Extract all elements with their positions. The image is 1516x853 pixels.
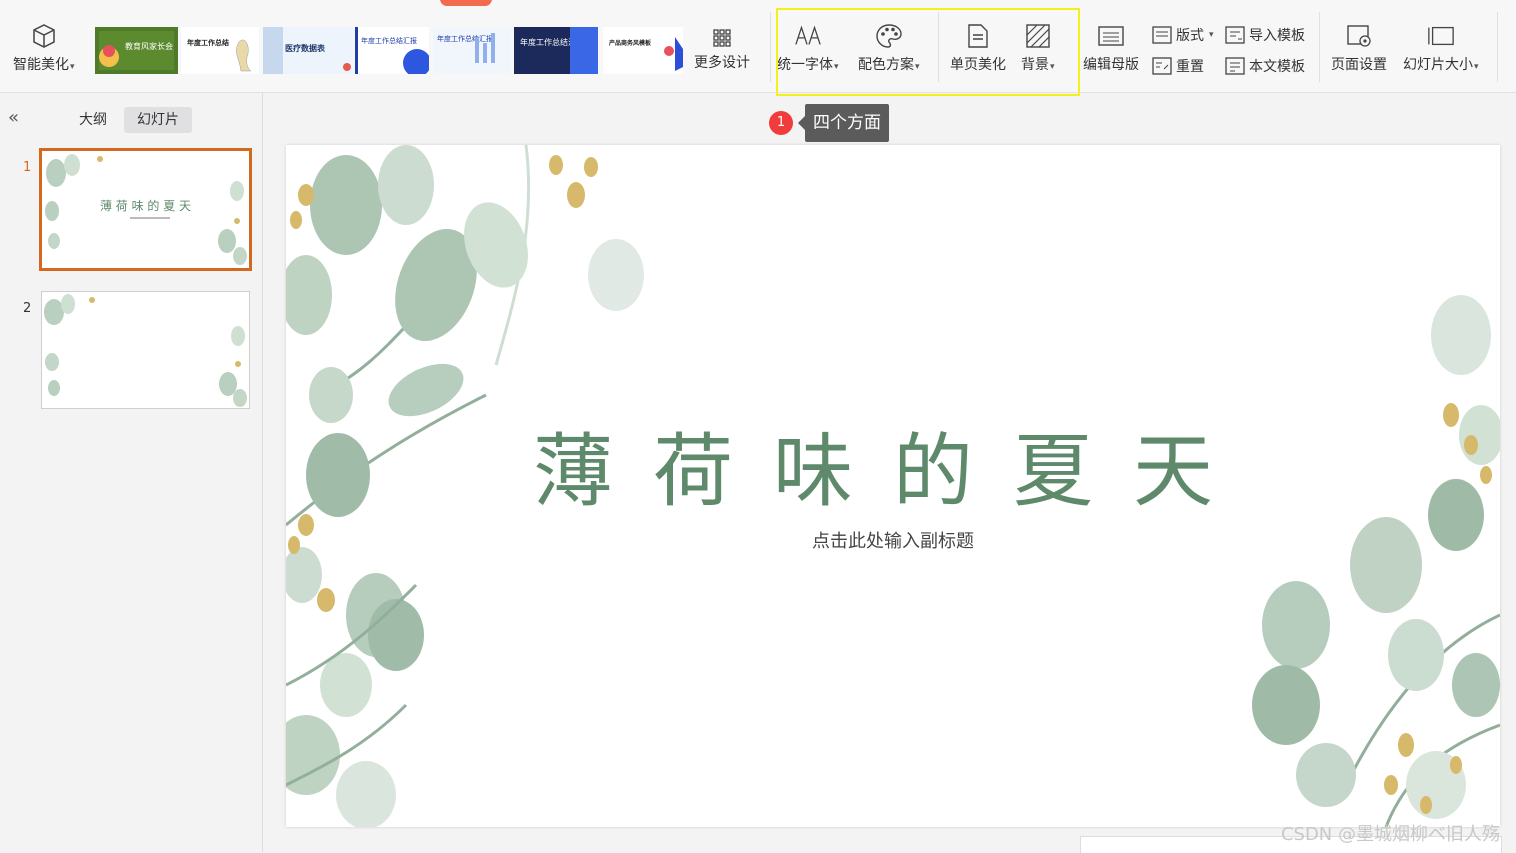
slide-size-button[interactable]: 幻灯片大小▾ xyxy=(1403,22,1479,74)
template-thumb-2[interactable]: 年度工作总结 xyxy=(181,27,259,74)
page-setup-button[interactable]: 页面设置 xyxy=(1331,22,1387,74)
slides-pane: « 大纲 幻灯片 1 薄 荷 味 的 夏 天 2 xyxy=(0,93,263,852)
template-thumb-4[interactable]: 年度工作总结汇报 xyxy=(355,27,429,74)
annotation-tooltip: 四个方面 xyxy=(798,104,889,142)
highlight-box xyxy=(776,8,1080,96)
layout-icon xyxy=(1152,25,1172,45)
step-badge: 1 xyxy=(769,111,793,135)
more-design-button[interactable]: 更多设计 xyxy=(694,28,750,72)
slide-number: 1 xyxy=(23,160,32,175)
template-thumb-6[interactable]: 年度工作总结汇报 xyxy=(514,27,598,74)
tab-slides[interactable]: 幻灯片 xyxy=(124,107,192,133)
reset-label: 重置 xyxy=(1176,59,1204,75)
slide-subtitle-placeholder[interactable]: 点击此处输入副标题 xyxy=(286,527,1500,553)
reset-button[interactable]: 重置 xyxy=(1152,56,1204,76)
slide-thumbnail-1[interactable]: 薄 荷 味 的 夏 天 xyxy=(39,148,252,271)
leaf-decoration xyxy=(44,294,247,407)
page-settings-icon xyxy=(1345,22,1373,50)
layout-button[interactable]: 版式 ▾ xyxy=(1152,25,1214,45)
import-template-button[interactable]: 导入模板 xyxy=(1225,25,1305,45)
master-slide-icon xyxy=(1097,22,1125,50)
menu-tabs xyxy=(0,0,1516,6)
slide-size-icon xyxy=(1427,22,1455,50)
slide-number: 2 xyxy=(23,301,32,316)
template-thumb-3-label: 医疗数据表 xyxy=(285,43,326,53)
import-template-label: 导入模板 xyxy=(1249,28,1305,44)
page-setup-label: 页面设置 xyxy=(1331,57,1387,73)
template-thumb-5[interactable]: 年度工作总结汇报 xyxy=(433,27,511,74)
slide-thumbnail-subtitle xyxy=(130,217,170,219)
template-thumb-7[interactable]: 产品商务风模板 xyxy=(603,27,683,74)
chevron-down-icon: ▾ xyxy=(1209,30,1214,40)
slide-thumbnail-2[interactable] xyxy=(41,291,250,409)
reset-icon xyxy=(1152,56,1172,76)
slide-size-label: 幻灯片大小 xyxy=(1403,57,1473,73)
collapse-pane-icon[interactable]: « xyxy=(8,107,19,128)
import-icon xyxy=(1225,25,1245,45)
slide-thumbnail-title: 薄 荷 味 的 夏 天 xyxy=(99,199,192,213)
layout-label: 版式 xyxy=(1176,28,1204,44)
grid-icon xyxy=(708,28,736,48)
template-thumb-1-label: 教育风家长会 xyxy=(125,41,173,51)
chevron-down-icon: ▾ xyxy=(70,62,75,72)
this-template-button[interactable]: 本文模板 xyxy=(1225,56,1305,76)
divider xyxy=(1319,12,1320,82)
divider xyxy=(770,12,771,82)
template-thumb-1[interactable]: 教育风家长会 xyxy=(95,27,178,74)
tab-design-active[interactable] xyxy=(440,0,492,6)
template-thumb-5-label: 年度工作总结汇报 xyxy=(437,34,493,43)
edit-master-label: 编辑母版 xyxy=(1083,57,1139,73)
more-design-label: 更多设计 xyxy=(694,55,750,71)
slide-canvas[interactable]: 薄荷味的夏天 点击此处输入副标题 xyxy=(286,145,1500,827)
slide-title[interactable]: 薄荷味的夏天 xyxy=(286,407,1500,523)
smart-beautify-label: 智能美化 xyxy=(13,57,69,73)
smart-beautify-button[interactable]: 智能美化▾ xyxy=(13,22,75,74)
this-template-label: 本文模板 xyxy=(1249,59,1305,75)
template-thumb-4-label: 年度工作总结汇报 xyxy=(361,36,417,45)
tab-outline[interactable]: 大纲 xyxy=(66,107,120,133)
template-thumb-3[interactable]: 医疗数据表 xyxy=(263,27,353,74)
template-thumb-2-label: 年度工作总结 xyxy=(187,38,229,47)
template-icon xyxy=(1225,56,1245,76)
divider xyxy=(1497,12,1498,82)
watermark: CSDN @墨城烟柳ベ旧人殇 xyxy=(1280,824,1500,845)
template-thumb-7-label: 产品商务风模板 xyxy=(609,39,652,47)
chevron-down-icon: ▾ xyxy=(1474,62,1479,72)
edit-master-button[interactable]: 编辑母版 xyxy=(1083,22,1139,74)
ribbon: 智能美化▾ 教育风家长会 年度工作总结 医疗数据表 年度工作总结汇报 年度工作总… xyxy=(0,0,1516,96)
cube-icon xyxy=(30,22,58,50)
